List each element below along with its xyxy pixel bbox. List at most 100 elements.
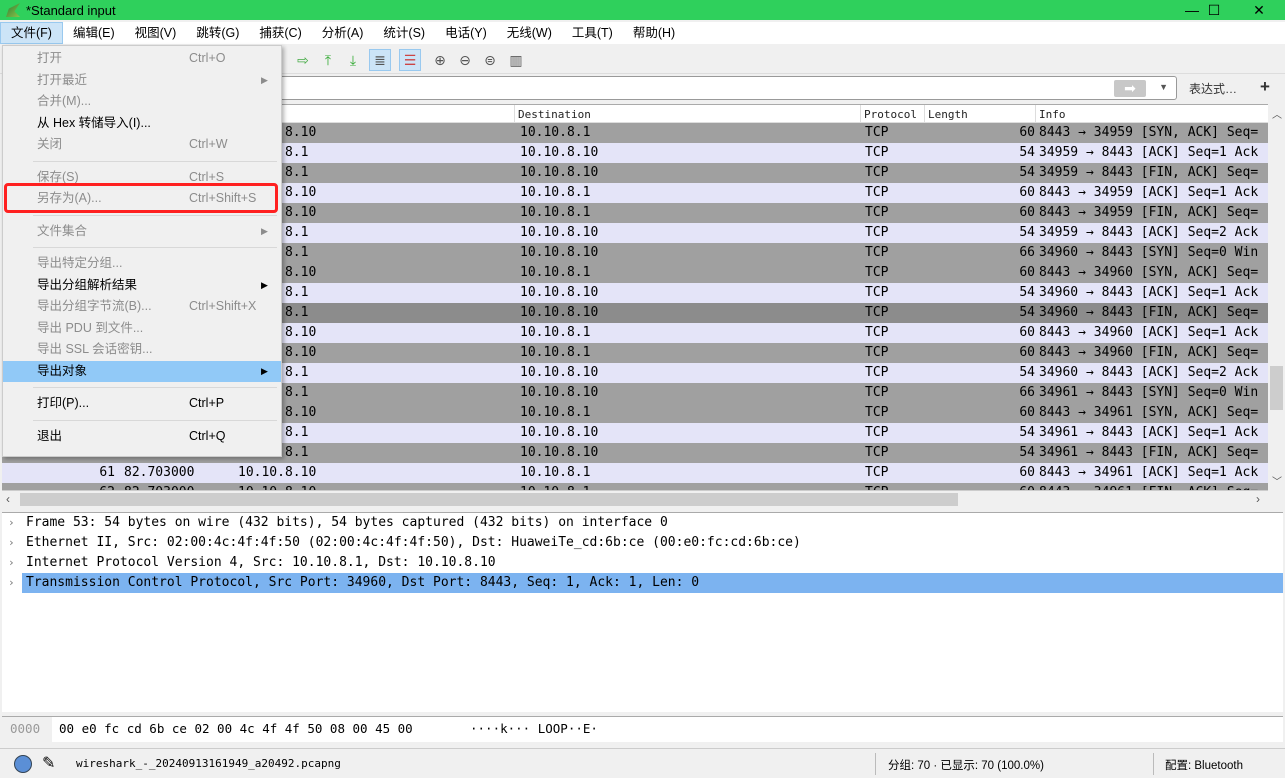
menu-item-label: 导出特定分组... <box>37 256 123 270</box>
cell-proto: TCP <box>865 483 888 490</box>
title-bar: *Standard input — ☐ ✕ <box>0 0 1285 20</box>
file-menu-item[interactable]: 退出 Ctrl+Q <box>3 426 281 448</box>
table-row[interactable]: 61 82.703000 10.10.8.10 10.10.8.1 TCP 60 8443 … <box>2 463 1268 483</box>
menu-item-shortcut: Ctrl+Shift+X <box>189 299 257 313</box>
cell-dst: 10.10.8.1 <box>520 405 591 420</box>
menu-10[interactable]: 帮助(H) <box>623 22 685 44</box>
cell-dst: 10.10.8.1 <box>520 185 591 200</box>
file-menu-item[interactable]: 打开最近 ▶ <box>3 70 281 92</box>
file-menu-item[interactable]: 导出 PDU 到文件... <box>3 318 281 340</box>
first-packet-icon[interactable]: ⤒ <box>317 49 339 71</box>
capture-status-icon[interactable] <box>14 755 32 773</box>
zoom-in-icon[interactable]: ⊕ <box>429 49 451 71</box>
auto-scroll-icon[interactable]: ≣ <box>369 49 391 71</box>
cell-proto: TCP <box>865 465 889 480</box>
apply-filter-arrow-icon[interactable]: ➡ <box>1114 80 1146 97</box>
colorize-icon[interactable]: ☰ <box>399 49 421 71</box>
menu-item-label: 打开最近 <box>37 72 88 87</box>
file-menu-item[interactable]: 合并(M)... <box>3 91 281 113</box>
menu-item-label: 导出分组解析结果 <box>37 277 138 292</box>
go-to-packet-icon[interactable]: ⇨ <box>292 49 314 71</box>
menu-item-shortcut: Ctrl+P <box>189 396 225 410</box>
detail-tree-item[interactable]: › Transmission Control Protocol, Src Port… <box>8 573 1283 593</box>
menu-7[interactable]: 电话(Y) <box>435 22 497 44</box>
cell-len: 66 <box>1019 245 1035 260</box>
menu-item-shortcut: Ctrl+W <box>189 137 228 151</box>
file-menu-item[interactable]: 打印(P)... Ctrl+P <box>3 393 281 415</box>
column-info[interactable]: Info <box>1039 108 1066 121</box>
maximize-button[interactable]: ☐ <box>1192 0 1236 20</box>
cell-info: 8443 → 34960 [FIN, ACK] Seq= <box>1039 345 1259 360</box>
menu-9[interactable]: 工具(T) <box>562 22 623 44</box>
cell-info: 34961 → 8443 [ACK] Seq=1 Ack <box>1039 425 1259 440</box>
profile-label[interactable]: 配置: Bluetooth <box>1165 757 1243 773</box>
detail-text: Transmission Control Protocol, Src Port:… <box>26 575 700 590</box>
packet-details-pane: › Frame 53: 54 bytes on wire (432 bits), … <box>2 512 1283 712</box>
menu-0[interactable]: 文件(F) <box>0 22 63 44</box>
cell-proto: TCP <box>865 245 889 260</box>
cell-info: 34961 → 8443 [FIN, ACK] Seq= <box>1039 445 1259 460</box>
cell-proto: TCP <box>865 185 889 200</box>
file-menu-item[interactable]: 打开 Ctrl+O <box>3 48 281 70</box>
chevron-right-icon[interactable]: › <box>8 573 15 593</box>
menu-6[interactable]: 统计(S) <box>373 22 435 44</box>
cell-src: 10.10.8.10 <box>238 465 317 480</box>
table-row[interactable]: 62 82.703000 10.10.8.10 10.10.8.1 TCP 60 8443 … <box>2 483 1268 490</box>
file-menu-item[interactable]: 导出特定分组... <box>3 253 281 275</box>
cell-info: 8443 → 34959 [FIN, ACK] Seq= <box>1039 205 1259 220</box>
edit-comment-icon[interactable]: ✎ <box>42 753 55 773</box>
detail-tree-item[interactable]: › Internet Protocol Version 4, Src: 10.10… <box>2 553 1283 573</box>
normal-size-icon[interactable]: ⊜ <box>479 49 501 71</box>
cell-len: 60 <box>1019 405 1035 420</box>
cell-len: 54 <box>1019 365 1035 380</box>
cell-dst: 10.10.8.1 <box>520 265 591 280</box>
packet-list-horizontal-scrollbar[interactable]: ‹ › <box>2 490 1268 508</box>
resize-columns-icon[interactable]: ▥ <box>505 49 527 71</box>
column-destination[interactable]: Destination <box>518 108 591 121</box>
packet-bytes-pane: 0000 00 e0 fc cd 6b ce 02 00 4c 4f 4f 50… <box>2 716 1283 743</box>
menu-bar: 文件(F) 编辑(E) 视图(V) 跳转(G) 捕获(C) 分析(A) 统计(S) 电话(Y)… <box>0 22 1285 44</box>
file-menu-item[interactable]: 导出对象 ▶ <box>3 360 281 382</box>
cell-dst: 10.10.8.10 <box>520 305 599 320</box>
menu-separator <box>3 415 281 426</box>
cell-dst: 10.10.8.10 <box>520 385 599 400</box>
menu-3[interactable]: 跳转(G) <box>186 22 249 44</box>
zoom-out-icon[interactable]: ⊖ <box>454 49 476 71</box>
cell-proto: TCP <box>865 125 889 140</box>
detail-tree-item[interactable]: › Ethernet II, Src: 02:00:4c:4f:4f:50 (02… <box>2 533 1283 553</box>
menu-1[interactable]: 编辑(E) <box>63 22 125 44</box>
packet-list-vertical-scrollbar[interactable]: ︿ ﹀ <box>1268 104 1285 490</box>
column-length[interactable]: Length <box>928 108 968 121</box>
menu-4[interactable]: 捕获(C) <box>249 22 311 44</box>
chevron-right-icon[interactable]: › <box>8 533 15 553</box>
menu-5[interactable]: 分析(A) <box>312 22 374 44</box>
cell-len: 60 <box>1019 265 1035 280</box>
menu-8[interactable]: 无线(W) <box>497 22 562 44</box>
cell-proto: TCP <box>865 445 889 460</box>
chevron-right-icon[interactable]: › <box>8 513 15 533</box>
detail-tree-item[interactable]: › Frame 53: 54 bytes on wire (432 bits), … <box>2 513 1283 533</box>
chevron-right-icon[interactable]: › <box>8 553 15 573</box>
file-menu-item[interactable]: 关闭 Ctrl+W <box>3 134 281 156</box>
chevron-down-icon[interactable]: ▼ <box>1159 82 1168 92</box>
cell-len: 54 <box>1019 425 1035 440</box>
cell-src: 10.10.8.10 <box>238 483 316 490</box>
cell-len: 60 <box>1019 345 1035 360</box>
add-filter-button[interactable]: + <box>1260 77 1270 97</box>
file-menu-item[interactable]: 从 Hex 转储导入(I)... <box>3 113 281 135</box>
cell-info: 34959 → 8443 [FIN, ACK] Seq= <box>1039 165 1259 180</box>
column-protocol[interactable]: Protocol <box>864 108 917 121</box>
menu-2[interactable]: 视图(V) <box>125 22 187 44</box>
file-menu-item[interactable]: 文件集合 ▶ <box>3 221 281 243</box>
detail-text: Internet Protocol Version 4, Src: 10.10.… <box>26 555 496 570</box>
cell-len: 60 <box>1019 205 1035 220</box>
cell-info: 8443 → 34959 [ACK] Seq=1 Ack <box>1039 185 1259 200</box>
expression-button[interactable]: 表达式… <box>1189 80 1237 97</box>
last-packet-icon[interactable]: ⤓ <box>342 49 364 71</box>
cell-dst: 10.10.8.1 <box>520 483 590 490</box>
file-menu-item[interactable]: 导出分组解析结果 ▶ <box>3 275 281 297</box>
file-menu-item[interactable]: 导出 SSL 会话密钥... <box>3 339 281 361</box>
cell-len: 60 <box>1019 465 1035 480</box>
close-button[interactable]: ✕ <box>1237 0 1281 20</box>
file-menu-item[interactable]: 导出分组字节流(B)... Ctrl+Shift+X <box>3 296 281 318</box>
